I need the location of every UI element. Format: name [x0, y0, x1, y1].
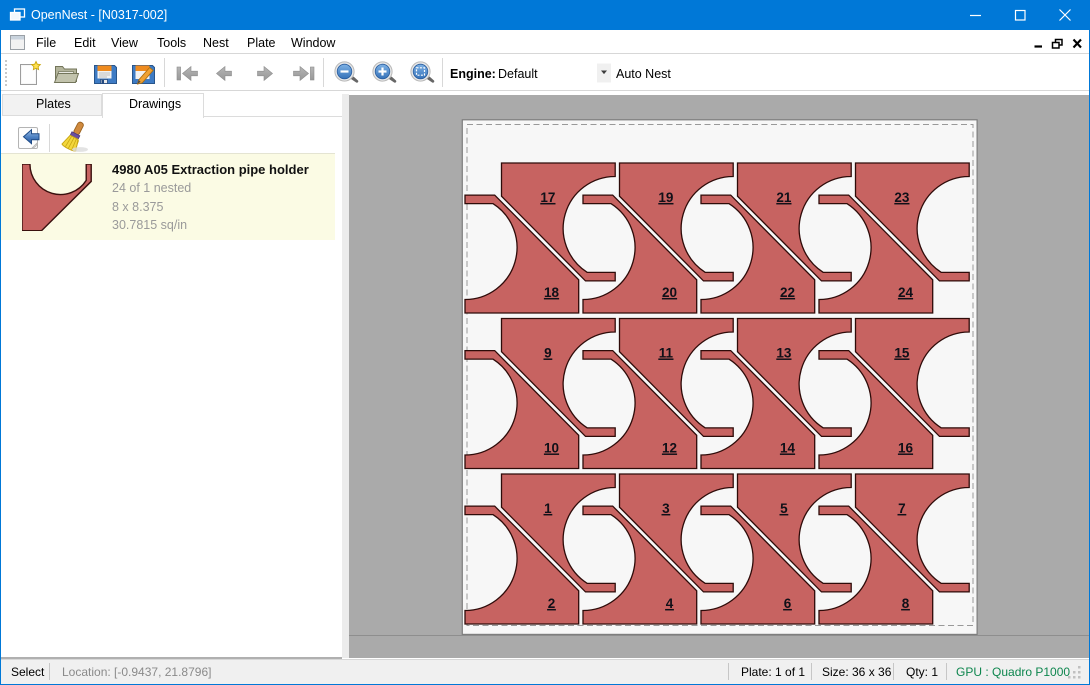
svg-text:6: 6: [783, 595, 791, 610]
svg-text:1: 1: [544, 500, 552, 515]
svg-text:3: 3: [662, 500, 670, 515]
svg-text:20: 20: [661, 284, 676, 299]
svg-text:7: 7: [898, 500, 906, 515]
svg-text:9: 9: [544, 345, 552, 360]
svg-text:17: 17: [540, 189, 555, 204]
svg-text:22: 22: [779, 284, 794, 299]
svg-text:15: 15: [894, 345, 910, 360]
svg-text:8: 8: [901, 595, 909, 610]
svg-text:13: 13: [776, 345, 792, 360]
svg-text:18: 18: [543, 284, 559, 299]
svg-text:4: 4: [665, 595, 673, 610]
svg-text:11: 11: [658, 345, 673, 360]
svg-text:24: 24: [897, 284, 913, 299]
svg-text:21: 21: [776, 189, 792, 204]
svg-text:16: 16: [897, 440, 913, 455]
svg-text:19: 19: [658, 189, 673, 204]
svg-text:12: 12: [661, 440, 676, 455]
svg-text:5: 5: [780, 500, 788, 515]
svg-text:14: 14: [779, 440, 795, 455]
svg-text:23: 23: [894, 189, 910, 204]
svg-text:10: 10: [543, 440, 558, 455]
svg-text:2: 2: [547, 595, 555, 610]
